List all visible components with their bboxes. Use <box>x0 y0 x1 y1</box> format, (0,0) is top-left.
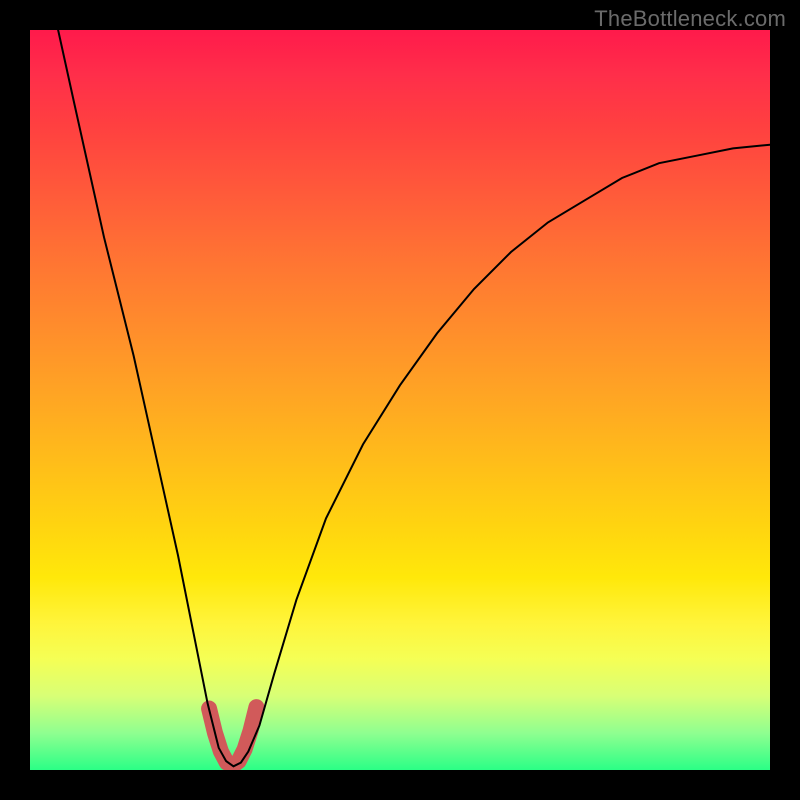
chart-frame: TheBottleneck.com <box>0 0 800 800</box>
highlight-curve <box>209 707 256 765</box>
main-curve <box>58 30 770 766</box>
chart-plot-area <box>30 30 770 770</box>
watermark-text: TheBottleneck.com <box>594 6 786 32</box>
chart-svg <box>30 30 770 770</box>
